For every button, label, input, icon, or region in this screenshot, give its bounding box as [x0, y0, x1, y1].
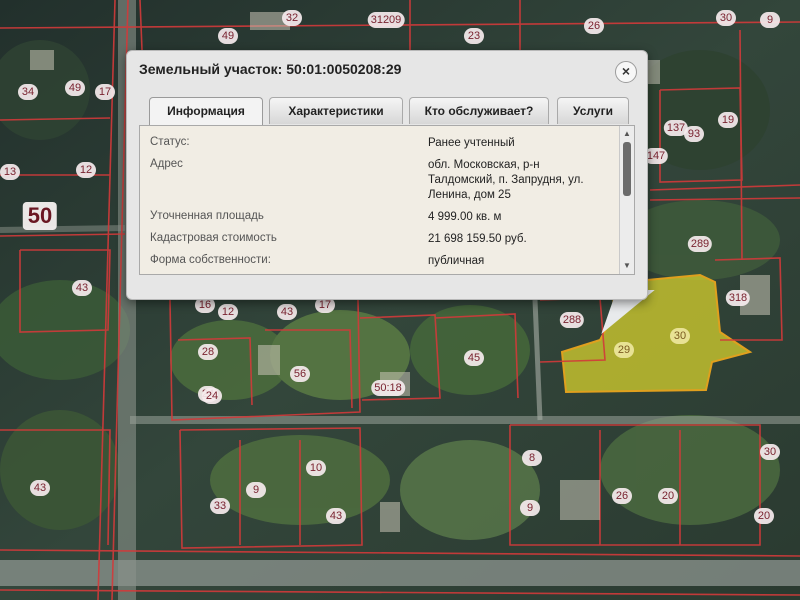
parcel-label[interactable]: 318 [725, 290, 751, 306]
parcel-label[interactable]: 30 [670, 328, 690, 344]
info-value: публичная [428, 255, 485, 267]
panel-scrollbar[interactable]: ▲ ▼ [619, 126, 634, 274]
parcel-label[interactable]: 49 [218, 28, 238, 44]
parcel-label[interactable]: 49 [65, 80, 85, 96]
parcel-label[interactable]: 43 [277, 304, 297, 320]
parcel-label[interactable]: 33 [210, 498, 230, 514]
parcel-label[interactable]: 9 [760, 12, 780, 28]
parcel-label[interactable]: 10 [306, 460, 326, 476]
parcel-label[interactable]: 93 [684, 126, 704, 142]
parcel-label[interactable]: 32 [282, 10, 302, 26]
parcel-label[interactable]: 12 [76, 162, 96, 178]
parcel-label[interactable]: 26 [584, 18, 604, 34]
parcel-label[interactable]: 9 [246, 482, 266, 498]
parcel-label[interactable]: 289 [687, 236, 713, 252]
parcel-label[interactable]: 19 [718, 112, 738, 128]
popup-tabs: Информация Характеристики Кто обслуживае… [149, 97, 639, 126]
parcel-label[interactable]: 34 [18, 84, 38, 100]
parcel-label[interactable]: 45 [464, 350, 484, 366]
scroll-up-icon[interactable]: ▲ [620, 128, 634, 140]
parcel-label[interactable]: 13 [0, 164, 20, 180]
info-label: Кадастровая стоимость [150, 232, 277, 244]
parcel-label[interactable]: 30 [760, 444, 780, 460]
district-label[interactable]: 50 [22, 202, 58, 230]
parcel-label[interactable]: 8 [522, 450, 542, 466]
parcel-label[interactable]: 12 [218, 304, 238, 320]
scrollbar-thumb[interactable] [623, 142, 631, 196]
info-label: Статус: [150, 136, 190, 148]
parcel-label[interactable]: 23 [464, 28, 484, 44]
scroll-down-icon[interactable]: ▼ [620, 260, 634, 272]
info-value: обл. Московская, р-н Талдомский, п. Запр… [428, 159, 584, 201]
tab-who-serves[interactable]: Кто обслуживает? [409, 97, 549, 124]
info-value: 4 999.00 кв. м [428, 211, 502, 223]
parcel-label[interactable]: 43 [72, 280, 92, 296]
parcel-label[interactable]: 20 [658, 488, 678, 504]
parcel-label[interactable]: 17 [95, 84, 115, 100]
info-label: Уточненная площадь [150, 210, 264, 222]
parcel-label[interactable]: 30 [716, 10, 736, 26]
info-label: Форма собственности: [150, 254, 271, 266]
info-label: Адрес [150, 158, 183, 170]
parcel-info-popup: Земельный участок: 50:01:0050208:29 × Ин… [126, 50, 648, 300]
parcel-label[interactable]: 28 [198, 344, 218, 360]
parcel-label[interactable]: 56 [290, 366, 310, 382]
tab-information[interactable]: Информация [149, 97, 263, 126]
parcel-label[interactable]: 20 [754, 508, 774, 524]
info-panel: Статус: Ранее учтенный Адрес обл. Москов… [139, 125, 635, 275]
parcel-label[interactable]: 43 [326, 508, 346, 524]
parcel-label[interactable]: 43 [30, 480, 50, 496]
tab-services[interactable]: Услуги [557, 97, 629, 124]
parcel-label[interactable]: 288 [559, 312, 585, 328]
popup-title: Земельный участок: 50:01:0050208:29 [139, 61, 402, 77]
parcel-label[interactable]: 24 [202, 388, 222, 404]
parcel-label[interactable]: 31209 [367, 12, 405, 28]
parcel-label[interactable]: 26 [612, 488, 632, 504]
parcel-label[interactable]: 9 [520, 500, 540, 516]
parcel-label[interactable]: 50:18 [371, 380, 405, 396]
close-icon[interactable]: × [615, 61, 637, 83]
parcel-label[interactable]: 29 [614, 342, 634, 358]
info-value: 21 698 159.50 руб. [428, 233, 527, 245]
info-value: Ранее учтенный [428, 137, 515, 149]
tab-characteristics[interactable]: Характеристики [269, 97, 403, 124]
